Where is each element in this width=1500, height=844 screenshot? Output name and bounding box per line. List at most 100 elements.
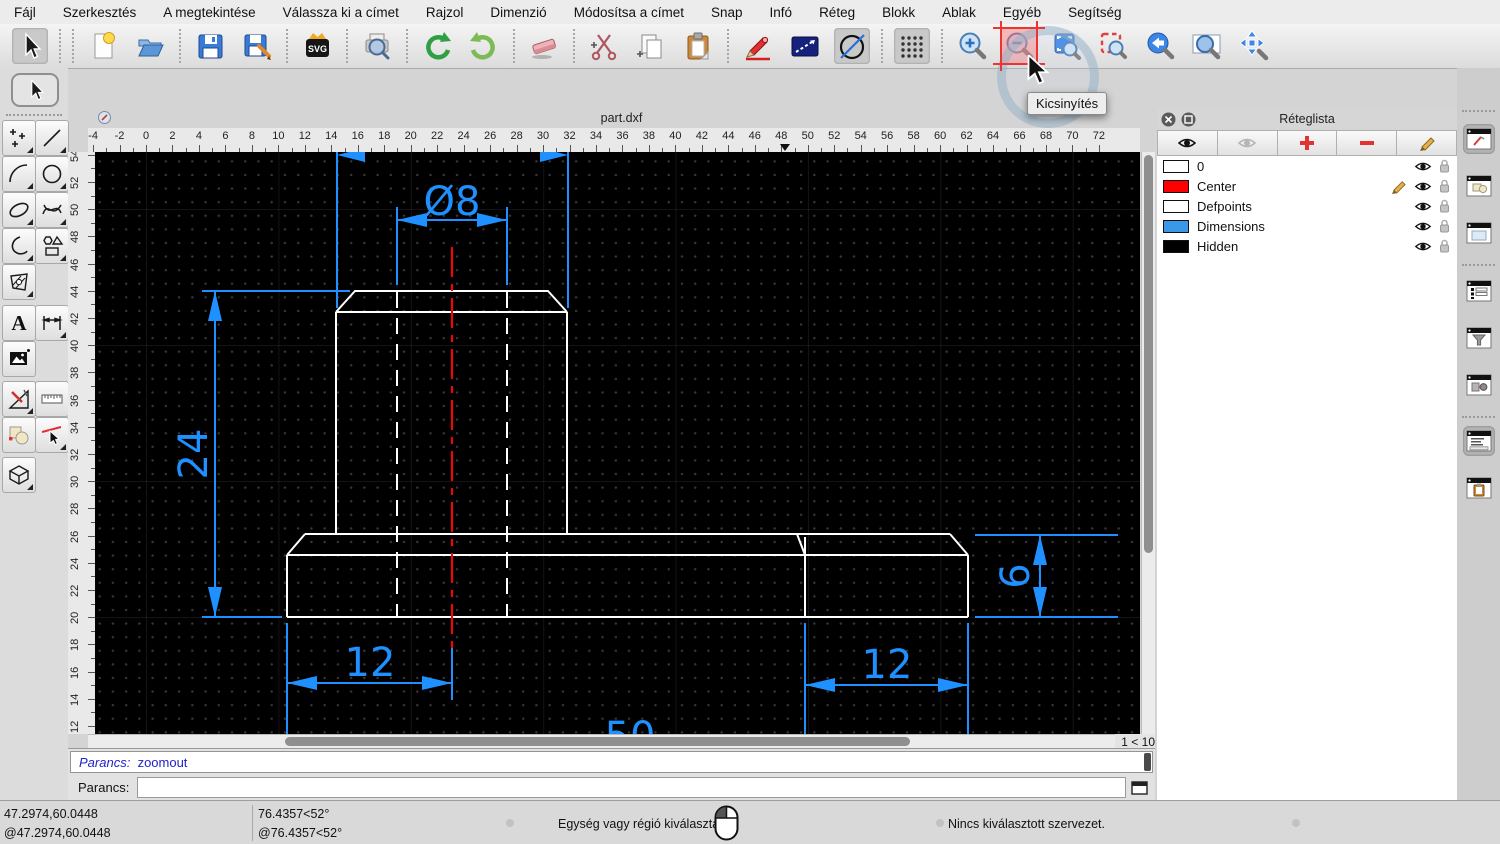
layer-color-swatch[interactable] (1163, 179, 1189, 193)
points-tool[interactable] (2, 120, 36, 156)
ortho-box-button[interactable] (787, 28, 823, 64)
eye-icon[interactable] (1414, 220, 1432, 233)
modify-tool[interactable] (2, 381, 36, 417)
menu-seg-ts-g[interactable]: Segítség (1068, 5, 1121, 20)
image-tool[interactable] (2, 341, 36, 377)
layer-row-dimensions[interactable]: Dimensions (1157, 216, 1457, 236)
dimension-tool[interactable] (35, 305, 69, 341)
zoom-auto-button[interactable] (1048, 28, 1084, 64)
hide-all-layers-button[interactable] (1217, 131, 1278, 155)
dock-command-line[interactable] (1463, 426, 1495, 456)
drawing-canvas[interactable]: Ø8 24 12 12 6 50 (95, 152, 1140, 734)
spline-tool[interactable] (35, 192, 69, 228)
layer-row-defpoints[interactable]: Defpoints (1157, 196, 1457, 216)
polyline-tool[interactable] (2, 228, 36, 264)
arc-tool[interactable] (2, 156, 36, 192)
measure-tool[interactable] (35, 381, 69, 417)
menu-ablak[interactable]: Ablak (942, 5, 976, 20)
menu-m-dos-tsa-a-c-met[interactable]: Módosítsa a címet (574, 5, 684, 20)
lock-icon[interactable] (1439, 219, 1450, 233)
3d-tool[interactable] (2, 457, 36, 493)
eye-icon[interactable] (1414, 160, 1432, 173)
undo-button[interactable] (419, 28, 455, 64)
copy-button[interactable] (633, 28, 669, 64)
layer-lock-toggle[interactable] (1439, 239, 1450, 253)
layer-color-swatch[interactable] (1163, 219, 1189, 233)
lock-icon[interactable] (1439, 199, 1450, 213)
show-all-layers-button[interactable] (1158, 131, 1218, 155)
menu-szerkeszt-s[interactable]: Szerkesztés (63, 5, 137, 20)
layer-visibility-toggle[interactable] (1414, 180, 1432, 193)
menu-r-teg[interactable]: Réteg (819, 5, 855, 20)
layer-visibility-toggle[interactable] (1414, 160, 1432, 173)
zoom-out-button[interactable]: Kicsinyítés (993, 21, 1108, 128)
hatch-tool[interactable] (2, 264, 36, 300)
zoom-window-button[interactable] (1189, 28, 1225, 64)
vertical-scrollbar[interactable] (1141, 152, 1155, 734)
horizontal-scrollbar[interactable] (88, 734, 1115, 749)
layer-row-0[interactable]: 0 (1157, 156, 1457, 176)
lock-icon[interactable] (1439, 239, 1450, 253)
layer-color-swatch[interactable] (1163, 239, 1189, 253)
zoom-in-button[interactable] (954, 28, 990, 64)
menu-rajzol[interactable]: Rajzol (426, 5, 464, 20)
layer-visibility-toggle[interactable] (1414, 200, 1432, 213)
line-tool[interactable] (35, 120, 69, 156)
eye-icon[interactable] (1414, 200, 1432, 213)
menu-egy-b[interactable]: Egyéb (1003, 5, 1041, 20)
zoom-pan-button[interactable] (1236, 28, 1272, 64)
dock-filter[interactable] (1463, 323, 1495, 353)
pen-tool-button[interactable] (740, 28, 776, 64)
dock-clipboard[interactable] (1463, 473, 1495, 503)
block-tool[interactable] (2, 417, 36, 453)
draft-mode-button[interactable] (834, 28, 870, 64)
menu-v-lassza-ki-a-c-met[interactable]: Válassza ki a címet (283, 5, 399, 20)
text-tool[interactable]: A (2, 305, 36, 341)
menu-a-megtekint-se[interactable]: A megtekintése (163, 5, 255, 20)
menu-dimenzi-[interactable]: Dimenzió (490, 5, 546, 20)
layer-visibility-toggle[interactable] (1414, 240, 1432, 253)
document-title-bar[interactable]: part.dxf (88, 108, 1155, 128)
save-as-button[interactable] (239, 28, 275, 64)
print-preview-button[interactable] (359, 28, 395, 64)
menu-f-jl[interactable]: Fájl (14, 5, 36, 20)
remove-layer-button[interactable] (1337, 131, 1398, 155)
layer-visibility-toggle[interactable] (1414, 220, 1432, 233)
circle-tool[interactable] (35, 156, 69, 192)
ellipse-tool[interactable] (2, 192, 36, 228)
redo-button[interactable] (466, 28, 502, 64)
cut-button[interactable] (586, 28, 622, 64)
layer-lock-toggle[interactable] (1439, 179, 1450, 193)
menu-blokk[interactable]: Blokk (882, 5, 915, 20)
layer-color-swatch[interactable] (1163, 159, 1189, 173)
delete-button[interactable] (526, 28, 562, 64)
history-scrollbar-thumb[interactable] (1144, 753, 1151, 771)
keyboard-toggle-button[interactable] (1131, 780, 1148, 795)
dock-library[interactable] (1463, 218, 1495, 248)
layer-lock-toggle[interactable] (1439, 199, 1450, 213)
menu-snap[interactable]: Snap (711, 5, 743, 20)
zoom-selection-button[interactable] (1095, 28, 1131, 64)
export-svg-button[interactable]: SVG (299, 28, 335, 64)
dock-layer-list[interactable] (1463, 276, 1495, 306)
open-file-button[interactable] (132, 28, 168, 64)
paste-button[interactable] (680, 28, 716, 64)
palette-select-tool[interactable] (11, 73, 59, 107)
dock-pen-settings[interactable] (1463, 124, 1495, 154)
eye-icon[interactable] (1414, 240, 1432, 253)
new-file-button[interactable] (85, 28, 121, 64)
dock-blocks[interactable] (1463, 171, 1495, 201)
add-layer-button[interactable] (1277, 131, 1338, 155)
zoom-previous-button[interactable] (1142, 28, 1178, 64)
layer-lock-toggle[interactable] (1439, 219, 1450, 233)
layer-row-center[interactable]: Center (1157, 176, 1457, 196)
layer-lock-toggle[interactable] (1439, 159, 1450, 173)
grid-toggle-button[interactable] (894, 28, 930, 64)
vertical-scrollbar-thumb[interactable] (1144, 155, 1153, 553)
select-entity-tool[interactable] (35, 417, 69, 453)
dock-plugin[interactable] (1463, 370, 1495, 400)
layer-color-swatch[interactable] (1163, 199, 1189, 213)
edit-layer-button[interactable] (1397, 131, 1456, 155)
eye-icon[interactable] (1414, 180, 1432, 193)
menu-inf-[interactable]: Infó (770, 5, 793, 20)
